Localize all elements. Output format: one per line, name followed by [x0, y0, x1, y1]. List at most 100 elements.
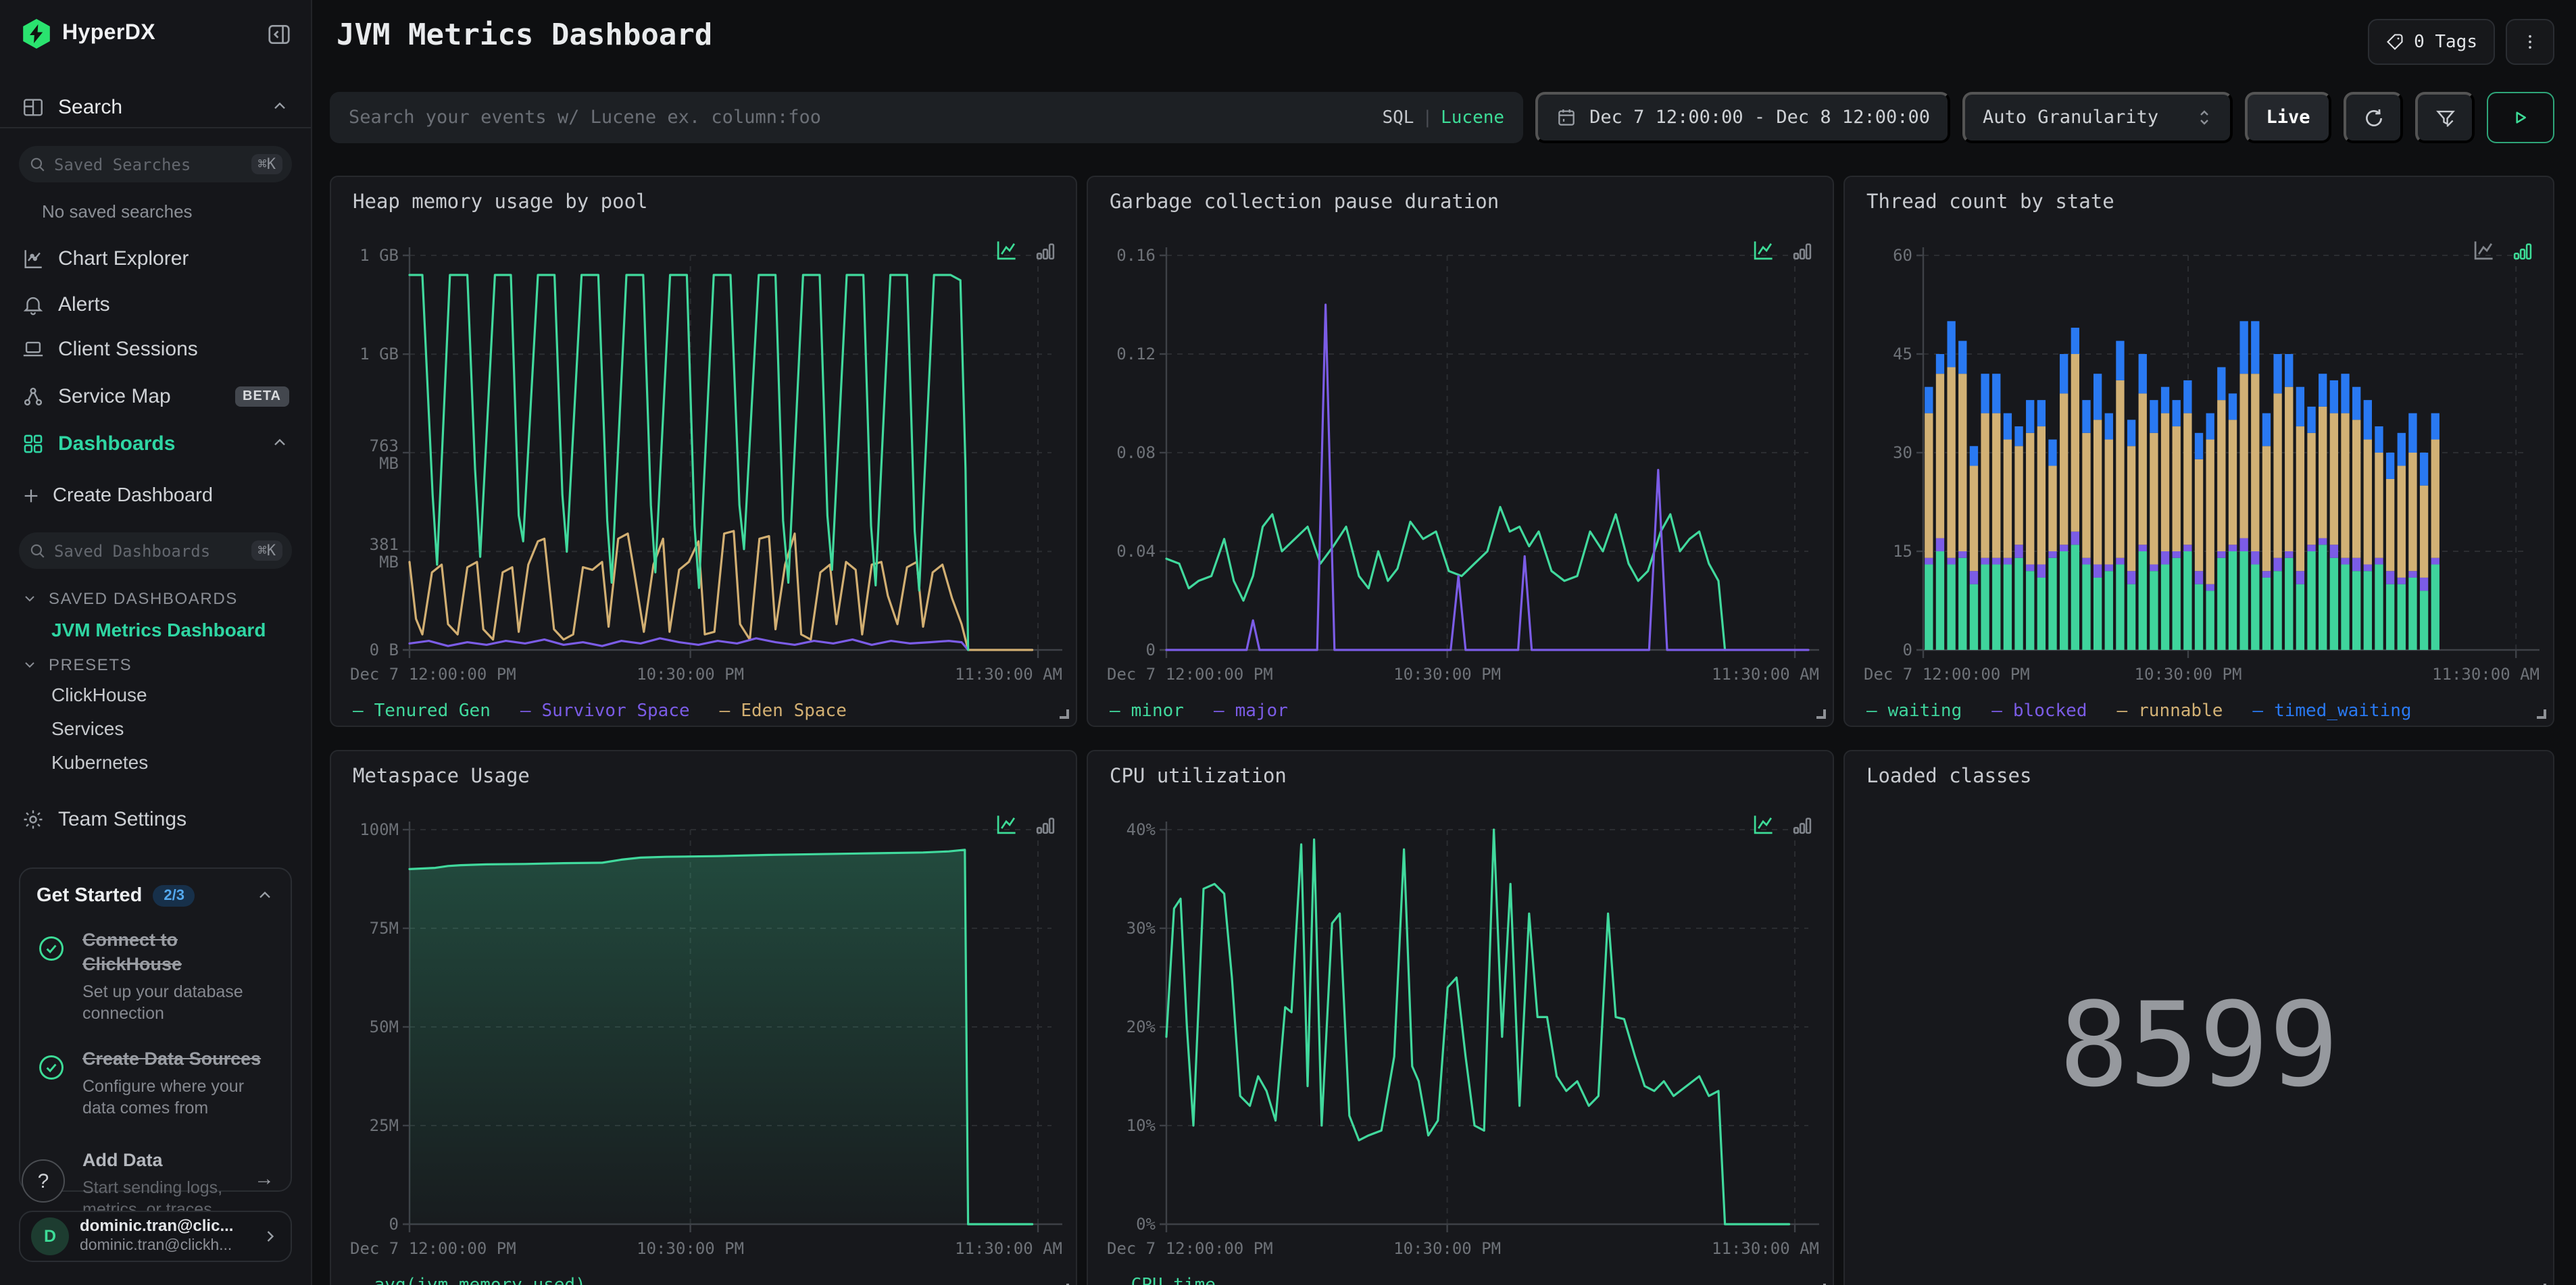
- legend-item[interactable]: — minor: [1110, 701, 1184, 722]
- tags-label: 0 Tags: [2414, 32, 2477, 52]
- user-menu[interactable]: D dominic.tran@clic... dominic.tran@clic…: [19, 1211, 292, 1262]
- dots-vertical-icon: [2521, 32, 2540, 51]
- svg-text:10:30:00 PM: 10:30:00 PM: [1393, 1239, 1501, 1258]
- sql-toggle[interactable]: SQL: [1383, 107, 1414, 128]
- task-create-data-sources[interactable]: Create Data Sources Configure where your…: [36, 1047, 274, 1119]
- chevron-up-icon[interactable]: [270, 97, 289, 116]
- granularity-select[interactable]: Auto Granularity: [1962, 92, 2233, 143]
- sidebar-item-dashboards[interactable]: Dashboards: [0, 423, 311, 463]
- hyperdx-logo-icon: [23, 19, 50, 49]
- legend-item[interactable]: — major: [1214, 701, 1288, 722]
- svg-text:50M: 50M: [370, 1017, 399, 1036]
- legend-item[interactable]: — Survivor Space: [520, 701, 690, 722]
- select-chevrons-icon: [2196, 108, 2212, 127]
- lucene-toggle[interactable]: Lucene: [1441, 107, 1504, 128]
- svg-text:100M: 100M: [360, 820, 399, 839]
- panel-title: Garbage collection pause duration: [1110, 192, 1500, 213]
- legend-item[interactable]: — waiting: [1866, 701, 1962, 722]
- task-title: Connect to ClickHouse: [82, 930, 182, 974]
- presets-section-header[interactable]: PRESETS: [0, 653, 311, 677]
- legend-item[interactable]: — Eden Space: [720, 701, 847, 722]
- task-add-data[interactable]: Add Data Start sending logs, metrics, or…: [36, 1149, 274, 1221]
- bar-chart-icon[interactable]: [1034, 813, 1057, 836]
- legend-item[interactable]: —avg(jvm.memory.used): [353, 1276, 586, 1285]
- sidebar-item-search[interactable]: Search: [0, 86, 311, 127]
- sidebar-item-service-map[interactable]: Service Map BETA: [0, 376, 311, 416]
- filter-button[interactable]: [2415, 92, 2475, 143]
- avatar: D: [31, 1217, 69, 1255]
- svg-text:0: 0: [389, 1215, 399, 1234]
- query-language-toggle[interactable]: SQL | Lucene: [1383, 107, 1505, 128]
- bar-chart-icon[interactable]: [1034, 239, 1057, 262]
- svg-text:Dec 7 12:00:00 PM: Dec 7 12:00:00 PM: [1107, 1239, 1273, 1258]
- legend-item[interactable]: — Tenured Gen: [353, 701, 491, 722]
- sidebar-item-services[interactable]: Services: [0, 715, 311, 742]
- service-map-icon: [22, 384, 45, 407]
- sidebar-item-kubernetes[interactable]: Kubernetes: [0, 749, 311, 776]
- live-button[interactable]: Live: [2245, 92, 2331, 143]
- panel-thread-count: Thread count by state 60 45 30 15 0 Dec 7 12:…: [1843, 176, 2554, 727]
- saved-dashboards-field[interactable]: [54, 541, 243, 560]
- legend-item[interactable]: — blocked: [1991, 701, 2087, 722]
- saved-dashboards-input[interactable]: ⌘K: [19, 532, 292, 569]
- refresh-button[interactable]: [2344, 92, 2403, 143]
- sidebar: HyperDX Search ⌘K No saved searches: [0, 0, 312, 1285]
- task-connect-clickhouse[interactable]: Connect to ClickHouse Set up your databa…: [36, 928, 274, 1025]
- legend-item[interactable]: — runnable: [2117, 701, 2223, 722]
- get-started-title: Get Started: [36, 885, 143, 907]
- svg-text:1 GB: 1 GB: [360, 246, 399, 265]
- saved-searches-field[interactable]: [54, 155, 243, 174]
- sidebar-item-team-settings[interactable]: Team Settings: [0, 799, 311, 839]
- date-range-picker[interactable]: Dec 7 12:00:00 - Dec 8 12:00:00: [1535, 92, 1950, 143]
- create-dashboard-button[interactable]: Create Dashboard: [0, 476, 311, 516]
- legend-item[interactable]: — timed_waiting: [2252, 701, 2411, 722]
- more-menu-button[interactable]: [2506, 19, 2554, 65]
- legend-item[interactable]: —CPU time: [1110, 1276, 1216, 1285]
- sidebar-item-client-sessions[interactable]: Client Sessions: [0, 328, 311, 369]
- svg-text:10:30:00 PM: 10:30:00 PM: [637, 665, 744, 684]
- saved-searches-input[interactable]: ⌘K: [19, 146, 292, 182]
- line-chart-icon[interactable]: [2472, 239, 2495, 262]
- svg-text:75M: 75M: [370, 919, 399, 938]
- svg-text:0: 0: [1146, 640, 1156, 659]
- chevron-up-icon[interactable]: [255, 886, 274, 905]
- brand[interactable]: HyperDX: [22, 19, 155, 49]
- svg-text:15: 15: [1893, 542, 1912, 561]
- svg-text:10:30:00 PM: 10:30:00 PM: [637, 1239, 744, 1258]
- sidebar-item-jvm-metrics-dashboard[interactable]: JVM Metrics Dashboard: [0, 616, 311, 643]
- section-label: PRESETS: [49, 655, 132, 674]
- get-started-card: Get Started 2/3 Connect to ClickHouse Se…: [19, 867, 292, 1219]
- sidebar-item-alerts[interactable]: Alerts: [0, 284, 311, 324]
- bar-chart-icon[interactable]: [2511, 239, 2534, 262]
- line-chart-icon[interactable]: [1752, 239, 1775, 262]
- date-range-label: Dec 7 12:00:00 - Dec 8 12:00:00: [1589, 107, 1930, 128]
- progress-badge: 2/3: [153, 885, 195, 907]
- event-search-box[interactable]: SQL | Lucene: [330, 92, 1524, 143]
- svg-text:0.16: 0.16: [1116, 246, 1156, 265]
- help-button[interactable]: ?: [22, 1159, 65, 1203]
- bar-chart-icon[interactable]: [1791, 239, 1814, 262]
- line-chart-icon[interactable]: [995, 813, 1018, 836]
- dashboard-grid: Heap memory usage by pool 1 GB 1 GB 763 MB 3…: [330, 176, 2554, 1285]
- line-chart-icon[interactable]: [1752, 813, 1775, 836]
- sidebar-item-chart-explorer[interactable]: Chart Explorer: [0, 238, 311, 278]
- chart-canvas: 60 45 30 15 0 Dec 7 12:00:00 PM 10:30:00 PM 11:…: [1864, 236, 2540, 693]
- sidebar-item-clickhouse[interactable]: ClickHouse: [0, 681, 311, 708]
- resize-handle[interactable]: [1816, 709, 1826, 719]
- chevron-up-icon[interactable]: [270, 434, 289, 453]
- saved-dashboards-section-header[interactable]: SAVED DASHBOARDS: [0, 586, 311, 611]
- svg-text:0.04: 0.04: [1116, 542, 1156, 561]
- resize-handle[interactable]: [1060, 709, 1069, 719]
- section-label: SAVED DASHBOARDS: [49, 589, 238, 608]
- bar-chart-icon[interactable]: [1791, 813, 1814, 836]
- collapse-sidebar-icon[interactable]: [266, 22, 292, 47]
- run-query-button[interactable]: [2487, 92, 2554, 143]
- line-chart-icon[interactable]: [995, 239, 1018, 262]
- dashboard-link-label: JVM Metrics Dashboard: [51, 619, 266, 640]
- svg-text:0.08: 0.08: [1116, 443, 1156, 462]
- event-search-input[interactable]: [349, 107, 1369, 128]
- panel-title: Metaspace Usage: [353, 766, 530, 788]
- tags-button[interactable]: 0 Tags: [2368, 19, 2495, 65]
- svg-text:Dec 7 12:00:00 PM: Dec 7 12:00:00 PM: [350, 1239, 516, 1258]
- resize-handle[interactable]: [2537, 709, 2546, 719]
